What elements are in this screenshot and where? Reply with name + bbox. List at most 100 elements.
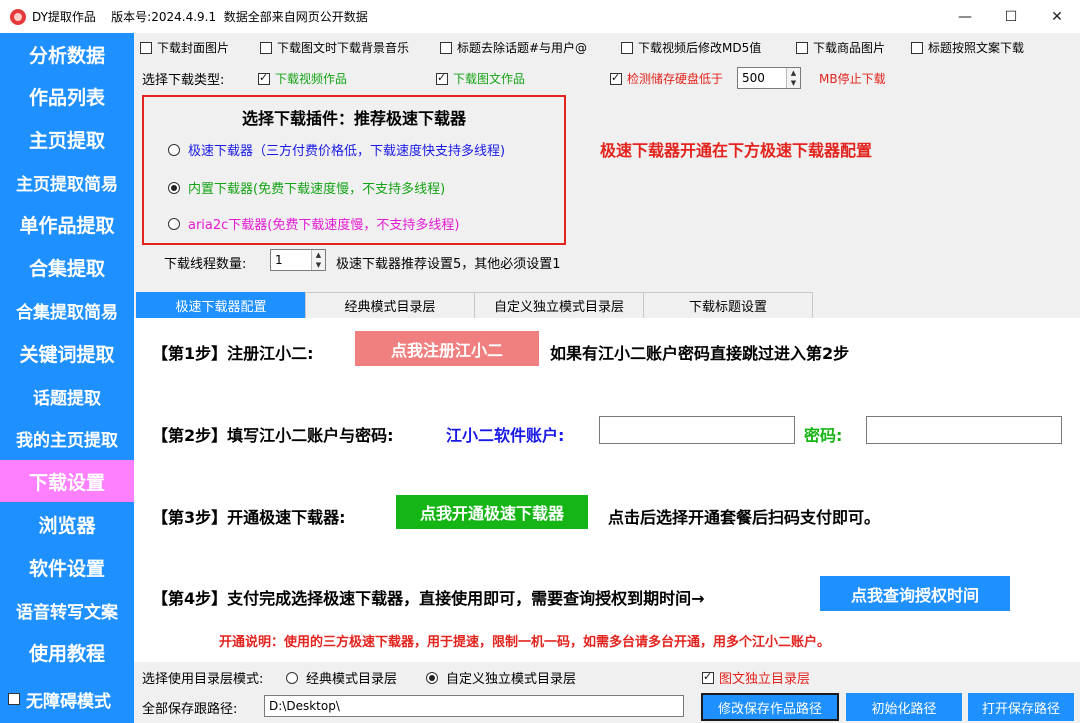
option-label: 下载视频作品 [275, 72, 348, 86]
download-type-label: 选择下载类型: [142, 73, 225, 88]
disk-threshold-value: 500 [742, 71, 765, 85]
checkbox[interactable] [610, 71, 622, 85]
tab-custom-mode[interactable]: 自定义独立模式目录层 [474, 292, 644, 318]
checkbox[interactable] [621, 41, 633, 54]
radio-button[interactable] [168, 181, 180, 194]
option-product-images[interactable]: 下载商品图片 [796, 39, 885, 56]
sidebar-item-speech-to-text[interactable]: 语音转写文案 [0, 589, 134, 631]
sidebar-item-homepage-simple[interactable]: 主页提取简易 [0, 161, 134, 203]
option-title-by-caption[interactable]: 标题按照文案下载 [911, 39, 1024, 56]
spin-arrows-icon[interactable]: ▲ ▼ [311, 250, 325, 270]
modify-path-button[interactable]: 修改保存作品路径 [701, 693, 839, 721]
open-path-button[interactable]: 打开保存路径 [968, 693, 1074, 721]
separate-dir-label: 图文独立目录层 [719, 672, 811, 687]
sidebar-item-my-homepage[interactable]: 我的主页提取 [0, 417, 134, 459]
plugin-selector: 选择下载插件：推荐极速下载器 极速下载器（三方付费价格低，下载速度快支持多线程)… [142, 95, 566, 245]
sidebar-item-topic[interactable]: 话题提取 [0, 375, 134, 417]
password-input[interactable] [866, 416, 1062, 444]
accessibility-label: 无障碍模式 [26, 691, 111, 712]
sidebar-item-software-settings[interactable]: 软件设置 [0, 546, 134, 588]
radio-button[interactable] [168, 143, 180, 156]
sidebar-item-works-list[interactable]: 作品列表 [0, 75, 134, 117]
step3-hint: 点击后选择开通套餐后扫码支付即可。 [608, 508, 881, 527]
plugin-option-builtin[interactable]: 内置下载器(免费下载速度慢，不支持多线程) [168, 178, 445, 197]
open-downloader-button[interactable]: 点我开通极速下载器 [396, 495, 588, 529]
init-path-button[interactable]: 初始化路径 [846, 693, 962, 721]
option-bg-music[interactable]: 下载图文时下载背景音乐 [260, 39, 409, 56]
option-disk-check[interactable]: 检测储存硬盘低于 [610, 70, 723, 87]
checkbox[interactable] [260, 41, 272, 54]
app-logo-icon [10, 8, 26, 25]
disk-suffix-label: MB停止下载 [819, 72, 886, 86]
thread-count-label: 下载线程数量: [164, 257, 247, 272]
checkbox[interactable] [140, 41, 152, 54]
option-label: 标题去除话题#与用户@ [457, 41, 588, 55]
checkbox[interactable] [440, 41, 452, 54]
tab-fast-downloader[interactable]: 极速下载器配置 [136, 292, 306, 318]
sidebar-item-tutorial[interactable]: 使用教程 [0, 631, 134, 673]
account-input[interactable] [599, 416, 795, 444]
step1-hint: 如果有江小二账户密码直接跳过进入第2步 [550, 344, 850, 363]
spin-arrows-icon[interactable]: ▲ ▼ [786, 68, 800, 88]
option-download-image[interactable]: 下载图文作品 [436, 70, 525, 87]
sidebar-item-analysis[interactable]: 分析数据 [0, 33, 134, 75]
sidebar-item-single-work[interactable]: 单作品提取 [0, 203, 134, 245]
window-controls: — ☐ ✕ [942, 0, 1080, 33]
checkbox[interactable] [436, 71, 448, 85]
save-path-input[interactable]: D:\Desktop\ [264, 695, 684, 717]
mode-custom-option[interactable]: 自定义独立模式目录层 [426, 668, 576, 687]
plugin-option-label: 极速下载器（三方付费价格低，下载速度快支持多线程) [188, 144, 506, 159]
thread-count-input[interactable]: 1 ▲ ▼ [270, 249, 326, 271]
accessibility-checkbox[interactable] [8, 693, 20, 705]
option-download-video[interactable]: 下载视频作品 [258, 70, 347, 87]
app-window: DY提取作品 版本号:2024.4.9.1 数据全部来自网页公开数据 — ☐ ✕… [0, 0, 1080, 723]
account-label: 江小二软件账户: [446, 426, 565, 445]
sidebar-item-collection[interactable]: 合集提取 [0, 246, 134, 288]
option-strip-topics[interactable]: 标题去除话题#与用户@ [440, 39, 587, 56]
password-label: 密码: [804, 426, 843, 445]
tab-title-settings[interactable]: 下载标题设置 [643, 292, 813, 318]
checkbox[interactable] [796, 41, 808, 54]
option-label: 下载商品图片 [813, 41, 886, 55]
checkbox[interactable] [911, 41, 923, 54]
mode-classic-label: 经典模式目录层 [306, 672, 398, 687]
option-modify-md5[interactable]: 下载视频后修改MD5值 [621, 39, 761, 56]
query-auth-button[interactable]: 点我查询授权时间 [820, 576, 1010, 611]
sidebar-item-keyword[interactable]: 关键词提取 [0, 332, 134, 374]
checkbox[interactable] [258, 71, 270, 85]
sidebar-item-collection-simple[interactable]: 合集提取简易 [0, 289, 134, 331]
close-button[interactable]: ✕ [1034, 0, 1080, 33]
step1-text: 【第1步】注册江小二: [152, 344, 314, 363]
plugin-option-label: 内置下载器(免费下载速度慢，不支持多线程) [188, 182, 446, 197]
step2-text: 【第2步】填写江小二账户与密码: [152, 426, 394, 445]
radio-button[interactable] [286, 671, 298, 684]
option-label: 下载封面图片 [157, 41, 230, 55]
sidebar-item-homepage[interactable]: 主页提取 [0, 118, 134, 160]
radio-button[interactable] [426, 671, 438, 684]
option-label: 标题按照文案下载 [928, 41, 1025, 55]
tab-classic-mode[interactable]: 经典模式目录层 [305, 292, 475, 318]
register-button[interactable]: 点我注册江小二 [355, 331, 539, 366]
title-bar: DY提取作品 版本号:2024.4.9.1 数据全部来自网页公开数据 — ☐ ✕ [0, 0, 1080, 33]
maximize-button[interactable]: ☐ [988, 0, 1034, 33]
accessibility-mode-toggle[interactable]: 无障碍模式 [0, 679, 134, 719]
window-title: DY提取作品 版本号:2024.4.9.1 数据全部来自网页公开数据 [32, 10, 368, 24]
minimize-button[interactable]: — [942, 0, 988, 33]
sidebar-item-download-settings[interactable]: 下载设置 [0, 460, 134, 502]
save-path-bar: 选择使用目录层模式: 经典模式目录层 自定义独立模式目录层 图文独立目录层 全部… [134, 662, 1080, 723]
sidebar-item-browser[interactable]: 浏览器 [0, 503, 134, 545]
disk-threshold-input[interactable]: 500 ▲ ▼ [737, 67, 801, 89]
checkbox[interactable] [702, 670, 714, 684]
thread-count-hint: 极速下载器推荐设置5，其他必须设置1 [336, 257, 561, 272]
plugin-option-label: aria2c下载器(免费下载速度慢，不支持多线程) [188, 218, 460, 233]
plugin-option-fast[interactable]: 极速下载器（三方付费价格低，下载速度快支持多线程) [168, 140, 505, 159]
radio-button[interactable] [168, 217, 180, 230]
mode-classic-option[interactable]: 经典模式目录层 [286, 668, 397, 687]
option-download-cover[interactable]: 下载封面图片 [140, 39, 229, 56]
step3-text: 【第3步】开通极速下载器: [152, 508, 346, 527]
option-label: 下载视频后修改MD5值 [638, 41, 762, 55]
thread-count-value: 1 [275, 253, 283, 267]
separate-dir-option[interactable]: 图文独立目录层 [702, 668, 810, 687]
sidebar: 分析数据 作品列表 主页提取 主页提取简易 单作品提取 合集提取 合集提取简易 … [0, 33, 134, 723]
plugin-option-aria2c[interactable]: aria2c下载器(免费下载速度慢，不支持多线程) [168, 214, 459, 233]
